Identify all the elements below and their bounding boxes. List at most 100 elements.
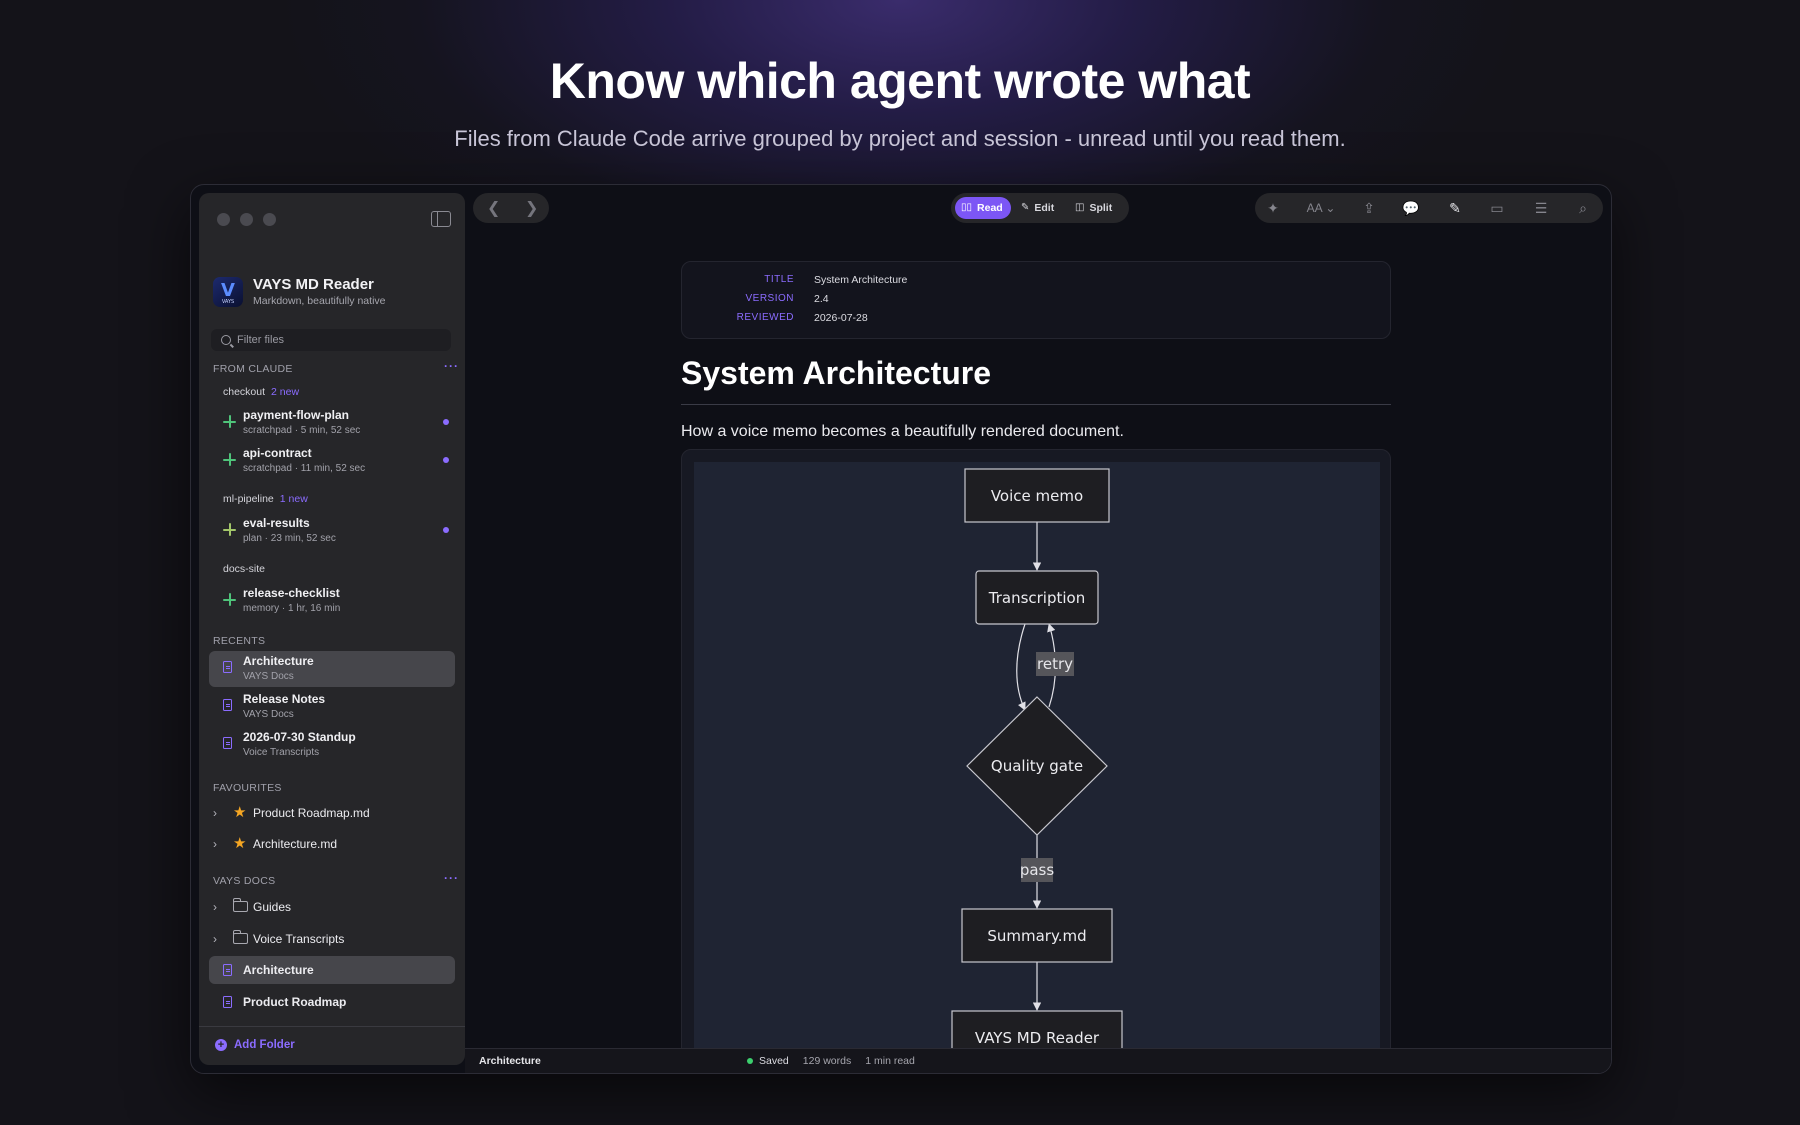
frontmatter-value-title: System Architecture [814, 274, 908, 286]
file-meta: scratchpad · 11 min, 52 sec [243, 463, 366, 474]
group-checkout[interactable]: checkout 2 new [223, 386, 299, 398]
node-label: Quality gate [991, 757, 1083, 775]
text-size-icon[interactable]: AA ⌄ [1301, 199, 1341, 217]
chevron-right-icon[interactable]: › [213, 900, 217, 914]
split-mode-button[interactable]: ◫ Split [1069, 197, 1120, 219]
diagram-block: Voice memo Transcription Quality gate Su… [681, 449, 1391, 1073]
file-label: Product Roadmap [243, 995, 347, 1009]
star-icon: ★ [233, 804, 247, 821]
doc-file-product-roadmap[interactable]: Product Roadmap [209, 988, 455, 1016]
edit-mode-button[interactable]: ✎ Edit [1015, 197, 1062, 219]
recent-location: VAYS Docs [243, 671, 294, 682]
edit-mode-label: Edit [1034, 202, 1055, 214]
vays-docs-more-icon[interactable]: ··· [444, 871, 459, 885]
document-icon [223, 737, 232, 749]
add-folder-button[interactable]: + Add Folder [215, 1039, 295, 1051]
sidebar: VAYS MD Reader Markdown, beautifully nat… [199, 193, 465, 1065]
word-count: 129 words [802, 1055, 852, 1067]
sparkle-icon [223, 415, 236, 428]
edge-transcription-to-gate [1016, 623, 1026, 711]
folder-voice-transcripts[interactable]: › Voice Transcripts [209, 925, 455, 953]
section-from-claude: FROM CLAUDE [213, 363, 293, 375]
status-file-name: Architecture [479, 1055, 541, 1067]
share-icon[interactable]: ⇪ [1359, 199, 1379, 217]
file-meta: plan · 23 min, 52 sec [243, 533, 336, 544]
chevron-right-icon[interactable]: › [213, 932, 217, 946]
frontmatter-key-title: TITLE [764, 274, 794, 285]
window-icon[interactable]: ▭ [1487, 199, 1507, 217]
filter-placeholder: Filter files [237, 334, 285, 346]
split-view-icon: ◫ [1075, 202, 1085, 213]
node-label: Voice memo [991, 487, 1083, 505]
app-name: VAYS MD Reader [253, 276, 374, 293]
recent-item-release-notes[interactable]: Release Notes VAYS Docs [209, 689, 455, 725]
recent-title: 2026-07-30 Standup [243, 730, 356, 744]
pencil-icon: ✎ [1021, 202, 1030, 213]
edge-label-pass: pass [1020, 861, 1055, 879]
sparkle-icon[interactable]: ✦ [1263, 199, 1283, 217]
new-badge: 1 new [279, 493, 308, 505]
recent-title: Architecture [243, 654, 314, 668]
file-label: Architecture [243, 963, 314, 977]
group-docs-site[interactable]: docs-site [223, 563, 265, 575]
session-file-payment-flow-plan[interactable]: payment-flow-plan scratchpad · 5 min, 52… [209, 405, 455, 441]
file-meta: scratchpad · 5 min, 52 sec [243, 425, 361, 436]
read-mode-button[interactable]: ▯▯ Read [955, 197, 1011, 219]
sparkle-icon [223, 523, 236, 536]
session-file-eval-results[interactable]: eval-results plan · 23 min, 52 sec [209, 513, 455, 549]
chevron-right-icon[interactable]: › [213, 806, 217, 820]
recent-item-standup[interactable]: 2026-07-30 Standup Voice Transcripts [209, 727, 455, 763]
highlighter-icon[interactable]: ✎ [1445, 199, 1465, 217]
recent-item-architecture[interactable]: Architecture VAYS Docs [209, 651, 455, 687]
favourite-product-roadmap[interactable]: › ★ Product Roadmap.md [209, 799, 455, 827]
forward-arrow-icon[interactable]: ❯ [525, 198, 538, 218]
recent-location: Voice Transcripts [243, 747, 320, 758]
node-label: Summary.md [987, 927, 1086, 945]
favourite-label: Architecture.md [253, 837, 338, 851]
split-mode-label: Split [1089, 202, 1113, 214]
doc-file-architecture[interactable]: Architecture [209, 956, 455, 984]
saved-label: Saved [759, 1055, 789, 1067]
frontmatter-key-reviewed: REVIEWED [736, 312, 794, 323]
document-icon [223, 996, 232, 1008]
sparkle-icon [223, 453, 236, 466]
reader-icon[interactable]: ☰ [1531, 199, 1551, 217]
group-ml-pipeline[interactable]: ml-pipeline 1 new [223, 493, 308, 505]
navigation-controls: ❮ ❯ [473, 193, 549, 223]
session-file-release-checklist[interactable]: release-checklist memory · 1 hr, 16 min [209, 583, 455, 619]
sidebar-toggle-icon[interactable] [431, 211, 451, 227]
flowchart: Voice memo Transcription Quality gate Su… [694, 462, 1380, 1073]
book-icon: ▯▯ [961, 202, 973, 213]
hero-headline: Know which agent wrote what [549, 53, 1251, 109]
saved-dot-icon [747, 1058, 753, 1064]
app-window: VAYS MD Reader Markdown, beautifully nat… [190, 184, 1612, 1074]
search-icon [221, 335, 231, 345]
node-label: VAYS MD Reader [975, 1029, 1100, 1047]
back-arrow-icon[interactable]: ❮ [487, 198, 500, 218]
flowchart-svg: Voice memo Transcription Quality gate Su… [951, 468, 1123, 1065]
favourite-label: Product Roadmap.md [253, 806, 370, 820]
app-header: VAYS MD Reader Markdown, beautifully nat… [213, 276, 386, 307]
app-tagline: Markdown, beautifully native [253, 295, 386, 307]
file-title: eval-results [243, 516, 310, 530]
search-icon[interactable]: ⌕ [1573, 199, 1593, 217]
minimize-window-button[interactable] [240, 213, 253, 226]
comment-icon[interactable]: 💬 [1401, 199, 1421, 217]
zoom-window-button[interactable] [263, 213, 276, 226]
favourite-architecture[interactable]: › ★ Architecture.md [209, 830, 455, 858]
close-window-button[interactable] [217, 213, 230, 226]
folder-icon [232, 930, 248, 944]
recent-location: VAYS Docs [243, 709, 294, 720]
frontmatter-value-reviewed: 2026-07-28 [814, 312, 868, 324]
folder-icon [232, 898, 248, 912]
window-controls [217, 213, 276, 226]
folder-label: Guides [253, 900, 292, 914]
session-file-api-contract[interactable]: api-contract scratchpad · 11 min, 52 sec [209, 443, 455, 479]
section-vays-docs: VAYS DOCS [213, 875, 276, 887]
chevron-right-icon[interactable]: › [213, 837, 217, 851]
folder-guides[interactable]: › Guides [209, 893, 455, 921]
from-claude-more-icon[interactable]: ··· [444, 359, 459, 373]
filter-files-input[interactable]: Filter files [211, 329, 451, 351]
document-lead: How a voice memo becomes a beautifully r… [681, 423, 1124, 440]
unread-dot [443, 457, 449, 463]
